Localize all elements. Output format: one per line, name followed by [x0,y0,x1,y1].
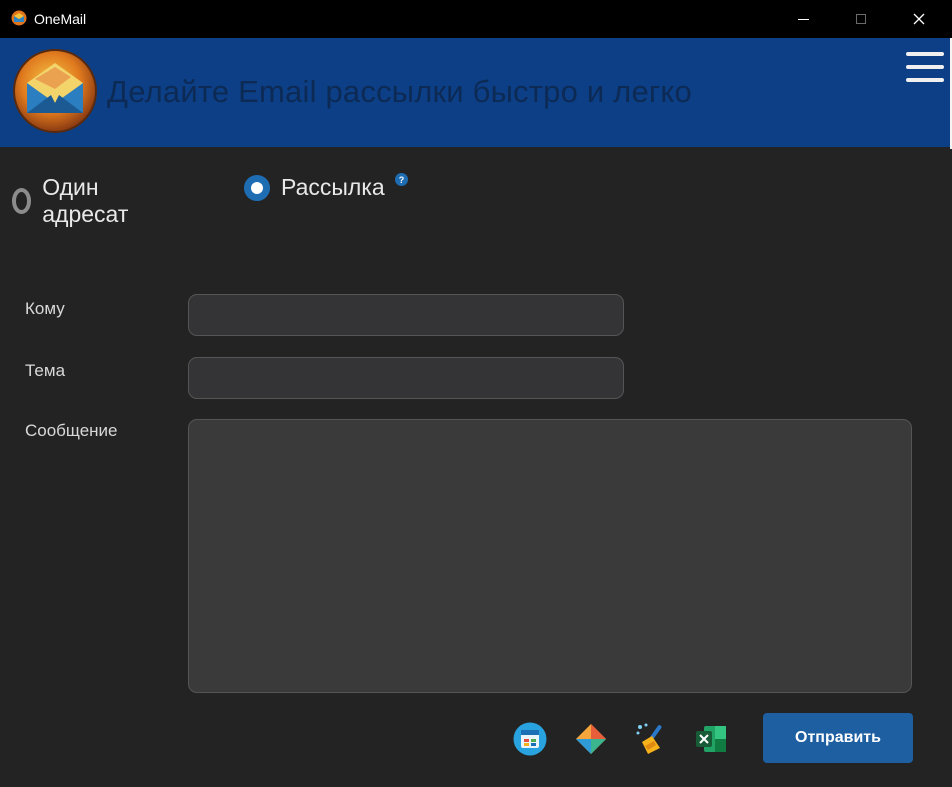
excel-icon[interactable] [694,722,728,756]
send-button[interactable]: Отправить [763,713,913,763]
onemail-logo [13,49,97,133]
template-icon[interactable] [574,722,608,756]
to-label: Кому [25,299,65,318]
onemail-window: OneMail Делайте Email рассылки быстро и … [0,0,952,787]
radio-mailing-label: Рассылка [281,174,385,200]
app-logo-icon [11,10,27,26]
maximize-button[interactable] [838,0,884,38]
radio-unchecked-icon [12,188,32,214]
subject-label: Тема [25,361,66,380]
subject-input[interactable] [188,357,624,399]
window-title: OneMail [34,11,87,27]
title-bar: OneMail [0,0,952,38]
radio-mailing[interactable]: Рассылка [244,174,385,201]
contacts-icon[interactable] [513,722,547,756]
minimize-button[interactable] [780,0,826,38]
maximize-icon [856,14,866,24]
radio-single-recipient[interactable]: Один адресат [12,174,135,228]
close-button[interactable] [896,0,942,38]
message-label: Сообщение [25,421,118,440]
minimize-icon [797,18,809,20]
clear-icon[interactable] [634,722,668,756]
header-banner: Делайте Email рассылки быстро и легко [0,38,952,147]
radio-single-recipient-label: Один адресат [42,174,129,227]
to-input[interactable] [188,294,624,336]
help-icon[interactable]: ? [395,173,408,186]
close-icon [913,13,925,25]
message-textarea[interactable] [188,419,912,693]
header-tagline: Делайте Email рассылки быстро и легко [107,74,692,109]
hamburger-icon [906,52,944,82]
radio-checked-icon [244,174,270,201]
menu-button[interactable] [906,52,944,86]
